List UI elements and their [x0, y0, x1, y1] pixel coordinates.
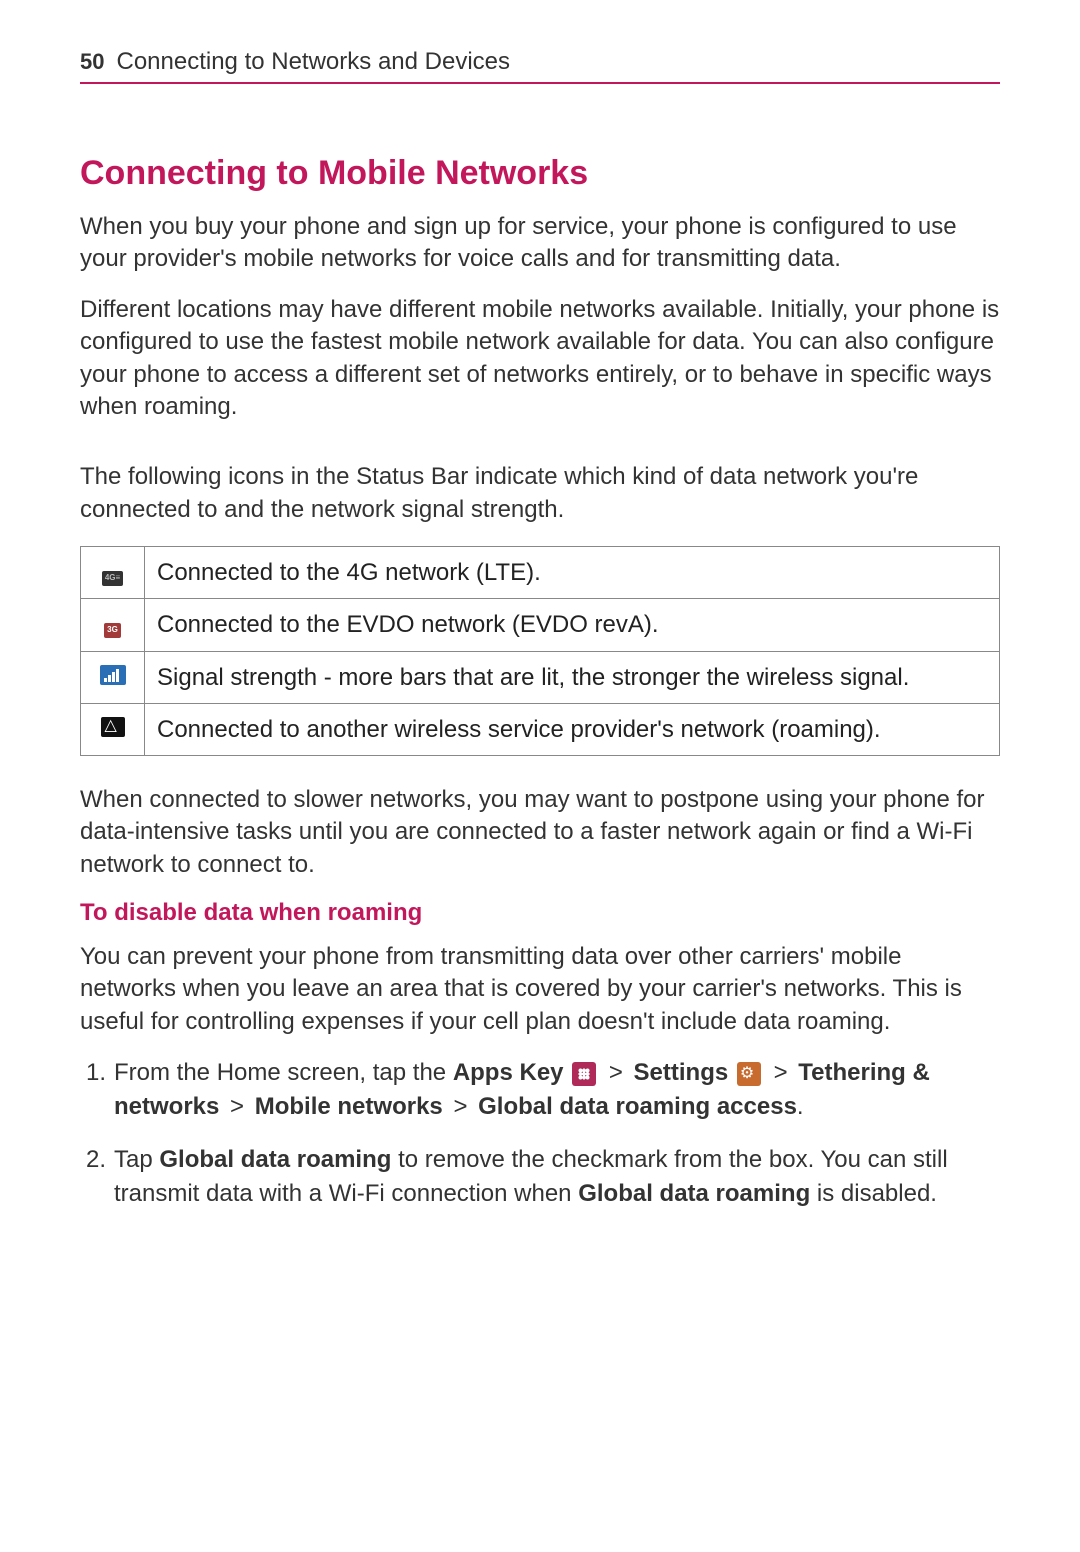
table-row: 4G≡ Connected to the 4G network (LTE).	[81, 547, 1000, 599]
text: Tap	[114, 1146, 159, 1173]
subsection-heading: To disable data when roaming	[80, 899, 1000, 927]
icon-description: Connected to the 4G network (LTE).	[145, 547, 1000, 599]
3g-evdo-icon: 3G	[104, 623, 121, 637]
ui-label-mobile-networks: Mobile networks	[255, 1093, 443, 1120]
paragraph: When connected to slower networks, you m…	[80, 784, 1000, 881]
settings-icon	[737, 1062, 761, 1086]
chapter-title: Connecting to Networks and Devices	[116, 48, 510, 76]
icon-cell	[81, 651, 145, 703]
list-item: From the Home screen, tap the Apps Key >…	[114, 1056, 1000, 1123]
list-item: Tap Global data roaming to remove the ch…	[114, 1143, 1000, 1210]
icon-cell: 3G	[81, 599, 145, 651]
paragraph: When you buy your phone and sign up for …	[80, 211, 1000, 276]
paragraph: Different locations may have different m…	[80, 294, 1000, 424]
4g-lte-icon: 4G≡	[102, 571, 123, 585]
page-header: 50 Connecting to Networks and Devices	[80, 48, 1000, 84]
section-heading: Connecting to Mobile Networks	[80, 154, 1000, 193]
signal-strength-icon	[100, 665, 126, 685]
status-icon-table: 4G≡ Connected to the 4G network (LTE). 3…	[80, 546, 1000, 756]
roaming-icon	[101, 717, 125, 737]
icon-cell	[81, 703, 145, 755]
ui-label-global-roaming: Global data roaming	[159, 1146, 391, 1173]
paragraph: The following icons in the Status Bar in…	[80, 461, 1000, 526]
separator: >	[770, 1059, 792, 1086]
ui-label-global-roaming: Global data roaming	[578, 1180, 810, 1207]
text: is disabled.	[810, 1180, 937, 1207]
icon-description: Connected to another wireless service pr…	[145, 703, 1000, 755]
table-row: Connected to another wireless service pr…	[81, 703, 1000, 755]
ui-label-settings: Settings	[634, 1059, 729, 1086]
icon-cell: 4G≡	[81, 547, 145, 599]
text: From the Home screen, tap the	[114, 1059, 453, 1086]
table-row: Signal strength - more bars that are lit…	[81, 651, 1000, 703]
apps-key-icon	[572, 1062, 596, 1086]
paragraph: You can prevent your phone from transmit…	[80, 941, 1000, 1038]
ui-label-global-access: Global data roaming access	[478, 1093, 797, 1120]
ui-label-apps-key: Apps Key	[453, 1059, 564, 1086]
text: .	[797, 1093, 804, 1120]
instruction-list: From the Home screen, tap the Apps Key >…	[80, 1056, 1000, 1210]
page-number: 50	[80, 49, 104, 75]
separator: >	[226, 1093, 248, 1120]
icon-description: Signal strength - more bars that are lit…	[145, 651, 1000, 703]
table-row: 3G Connected to the EVDO network (EVDO r…	[81, 599, 1000, 651]
separator: >	[449, 1093, 471, 1120]
icon-description: Connected to the EVDO network (EVDO revA…	[145, 599, 1000, 651]
separator: >	[605, 1059, 627, 1086]
